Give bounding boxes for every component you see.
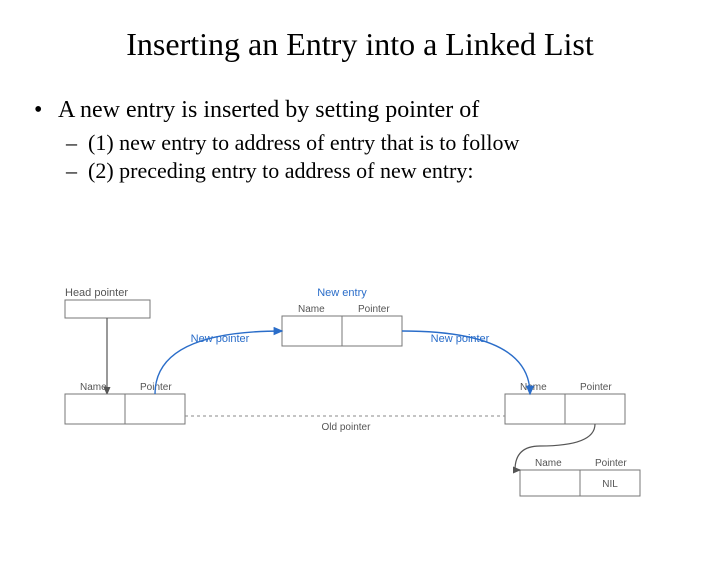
nil-name-label: Name (535, 458, 562, 469)
new-entry-pointer-label: Pointer (358, 304, 390, 315)
sub-bullet-text: (2) preceding entry to address of new en… (88, 158, 473, 184)
nil-pointer-label: Pointer (595, 458, 627, 469)
right-pointer-label: Pointer (580, 382, 612, 393)
head-pointer-box (65, 300, 150, 318)
linked-list-diagram: Head pointer New entry Name Pointer Name… (60, 286, 660, 516)
sub-bullet-list: – (1) new entry to address of entry that… (66, 130, 720, 184)
sub-bullet-item: – (2) preceding entry to address of new … (66, 158, 720, 184)
left-name-label: Name (80, 382, 107, 393)
new-entry-label: New entry (317, 287, 367, 299)
old-pointer-label: Old pointer (322, 422, 372, 433)
nil-value: NIL (602, 479, 618, 490)
bullet-marker: • (34, 97, 58, 124)
bullet-list: • A new entry is inserted by setting poi… (34, 97, 720, 124)
right-name-label: Name (520, 382, 547, 393)
sub-bullet-item: – (1) new entry to address of entry that… (66, 130, 720, 156)
slide-title: Inserting an Entry into a Linked List (0, 26, 720, 63)
new-pointer-left-label: New pointer (191, 333, 250, 345)
sub-bullet-marker: – (66, 130, 88, 156)
head-pointer-label: Head pointer (65, 287, 128, 299)
bullet-text: A new entry is inserted by setting point… (58, 97, 479, 124)
sub-bullet-text: (1) new entry to address of entry that i… (88, 130, 519, 156)
sub-bullet-marker: – (66, 158, 88, 184)
bullet-item: • A new entry is inserted by setting poi… (34, 97, 720, 124)
new-entry-name-label: Name (298, 304, 325, 315)
